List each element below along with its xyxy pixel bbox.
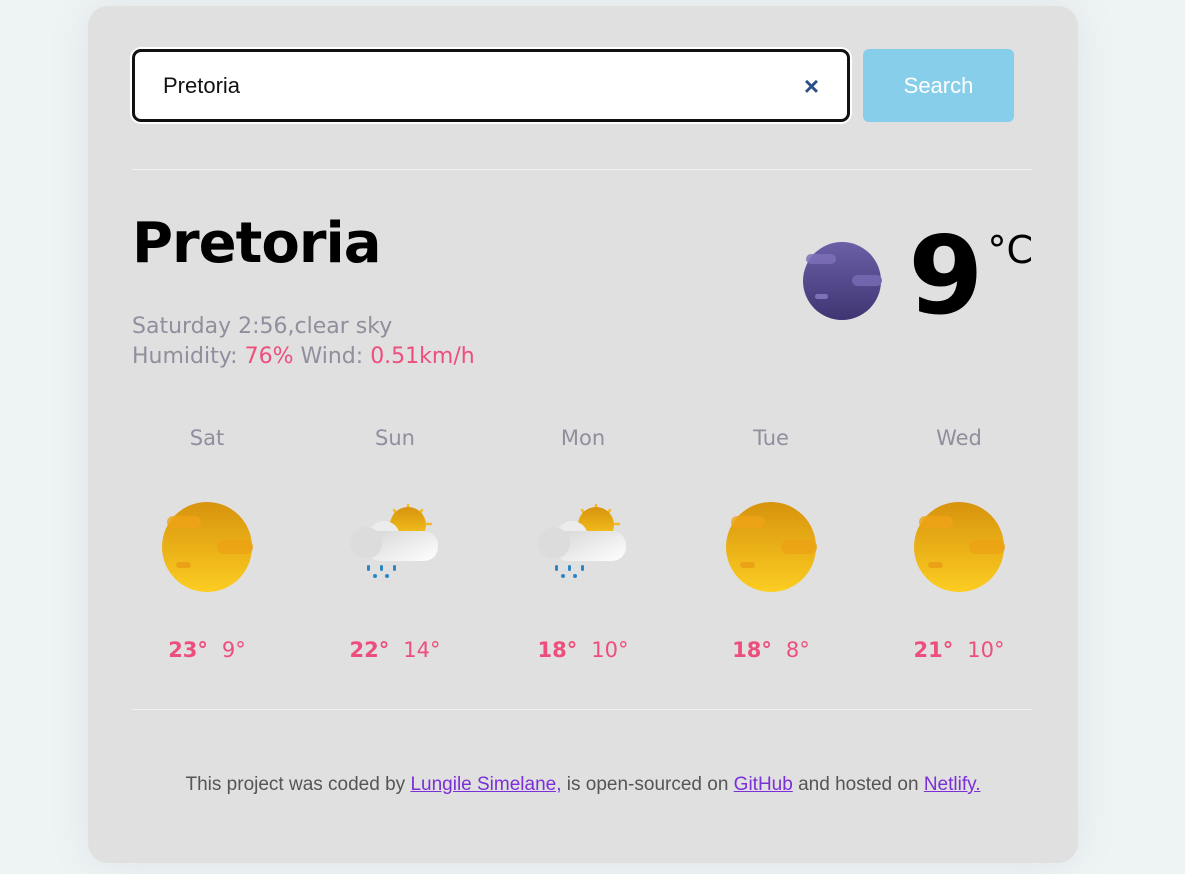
forecast-min: 10° bbox=[591, 638, 629, 662]
temperature-unit[interactable]: °C bbox=[987, 228, 1033, 272]
wind-label: Wind: bbox=[300, 344, 364, 369]
divider-top bbox=[132, 169, 1032, 170]
forecast-max: 18° bbox=[537, 638, 578, 662]
footer-text: and hosted on bbox=[792, 774, 924, 795]
rain-partly-cloudy-icon bbox=[537, 501, 629, 593]
clear-icon[interactable]: × bbox=[804, 73, 819, 99]
city-name: Pretoria bbox=[132, 211, 381, 276]
clear-day-icon bbox=[161, 501, 253, 593]
forecast-min: 10° bbox=[967, 638, 1005, 662]
weather-card: × Search Pretoria Saturday 2:56,clear sk… bbox=[88, 6, 1078, 863]
netlify-link[interactable]: Netlify. bbox=[924, 774, 981, 795]
forecast-day-name: Sun bbox=[375, 426, 415, 450]
forecast-max: 18° bbox=[732, 638, 772, 662]
forecast-temps: 18° 8° bbox=[677, 638, 865, 662]
divider-bottom bbox=[132, 709, 1032, 710]
forecast-day-name: Wed bbox=[936, 426, 982, 450]
search-form: × Search bbox=[132, 49, 1014, 122]
forecast-day-name: Sat bbox=[189, 426, 225, 450]
humidity-wind: Humidity: 76% Wind: 0.51km/h bbox=[132, 342, 475, 372]
humidity-value: 76% bbox=[244, 344, 294, 369]
forecast-day: Mon 18° 10° bbox=[489, 426, 677, 662]
forecast-day-name: Mon bbox=[560, 426, 606, 450]
github-link[interactable]: GitHub bbox=[734, 774, 793, 795]
date-description: Saturday 2:56,clear sky bbox=[132, 314, 393, 339]
forecast-day: Sat 23° 9° bbox=[113, 426, 301, 662]
forecast-max: 22° bbox=[349, 638, 390, 662]
forecast-temps: 23° 9° bbox=[113, 638, 301, 662]
forecast-day: Wed 21° 10° bbox=[865, 426, 1053, 662]
forecast-min: 14° bbox=[403, 638, 441, 662]
clear-day-icon bbox=[725, 501, 817, 593]
forecast: Sat 23° 9° Sun 22° 14° Mon 18° 10° Tue 18° 8… bbox=[113, 426, 1053, 662]
forecast-max: 23° bbox=[168, 638, 208, 662]
forecast-max: 21° bbox=[913, 638, 954, 662]
search-button[interactable]: Search bbox=[863, 49, 1014, 122]
footer-text: This project was coded by bbox=[185, 774, 411, 795]
weather-details: Saturday 2:56,clear sky Humidity: 76% Wi… bbox=[132, 312, 475, 372]
humidity-label: Humidity: bbox=[132, 344, 238, 369]
forecast-day: Tue 18° 8° bbox=[677, 426, 865, 662]
weather-description: clear sky bbox=[294, 314, 393, 339]
forecast-temps: 22° 14° bbox=[301, 638, 489, 662]
forecast-day-name: Tue bbox=[753, 426, 789, 450]
wind-value: 0.51km/h bbox=[370, 344, 475, 369]
forecast-day: Sun 22° 14° bbox=[301, 426, 489, 662]
clear-night-icon bbox=[803, 242, 883, 320]
day-time: Saturday 2:56 bbox=[132, 314, 288, 339]
rain-partly-cloudy-icon bbox=[349, 501, 441, 593]
search-input[interactable] bbox=[163, 72, 804, 99]
current-temperature: 9 °C bbox=[802, 214, 1033, 339]
search-box[interactable]: × bbox=[132, 49, 850, 122]
footer-text: is open-sourced on bbox=[561, 774, 734, 795]
footer: This project was coded by Lungile Simela… bbox=[88, 774, 1078, 796]
forecast-temps: 21° 10° bbox=[865, 638, 1053, 662]
temperature-value: 9 bbox=[908, 214, 984, 339]
author-link[interactable]: Lungile Simelane, bbox=[410, 774, 561, 795]
forecast-min: 9° bbox=[221, 638, 246, 662]
forecast-min: 8° bbox=[785, 638, 810, 662]
clear-day-icon bbox=[913, 501, 1005, 593]
forecast-temps: 18° 10° bbox=[489, 638, 677, 662]
